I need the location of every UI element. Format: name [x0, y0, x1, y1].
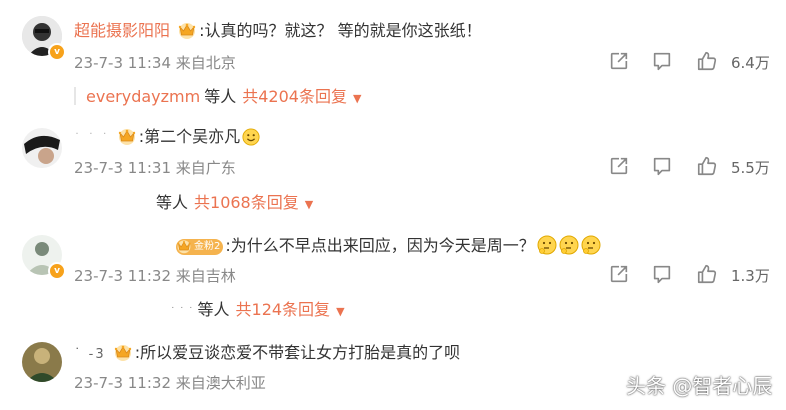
replies-link[interactable]: everydayzmm 等人 共4204条回复 ▼	[74, 86, 361, 110]
comment-location: 来自北京	[175, 54, 236, 72]
comment-meta: 23-7-3 11:31 来自广东	[74, 157, 236, 178]
comment-actions: 5.5万	[586, 155, 786, 179]
like-count: 6.4万	[731, 54, 770, 72]
watermark: 头条 @智者心辰	[626, 374, 773, 398]
comment-line: ˙ -3 :所以爱豆谈恋爱不带套让女方打胎是真的了呗	[74, 342, 460, 366]
smile-emoji-icon	[242, 128, 260, 146]
comment-location: 来自吉林	[175, 267, 236, 285]
like-icon	[696, 50, 718, 72]
comment-meta: 23-7-3 11:32 来自澳大利亚	[74, 372, 266, 393]
comment-line: 金粉2:为什么不早点出来回应，因为今天是周一？	[176, 235, 601, 257]
share-icon	[608, 155, 630, 177]
replies-count[interactable]: 共1068条回复	[194, 193, 299, 212]
comment-actions: 1.3万	[586, 263, 786, 287]
crown-icon	[117, 127, 137, 145]
comment-text: 为什么不早点出来回应，因为今天是周一？	[230, 236, 535, 255]
thinking-emoji-icon	[581, 235, 601, 255]
crown-icon	[176, 238, 192, 254]
avatar[interactable]	[22, 342, 62, 382]
crown-icon	[113, 343, 133, 361]
comment-meta: 23-7-3 11:34 来自北京	[74, 52, 236, 73]
comment-line: 超能摄影阳阳 :认真的吗？就这？ 等的就是你这张纸！	[74, 20, 482, 42]
replies-link[interactable]: ˙ ˙ ˙ 等人 共124条回复 ▼	[170, 299, 345, 323]
username-link[interactable]: 超能摄影阳阳	[74, 21, 170, 40]
like-button[interactable]: 1.3万	[696, 263, 776, 287]
comment-icon	[651, 155, 673, 177]
thinking-emoji-icon	[537, 235, 557, 255]
caret-down-icon: ▼	[336, 305, 345, 318]
like-count: 5.5万	[731, 159, 770, 177]
like-icon	[696, 155, 718, 177]
comment-icon	[651, 263, 673, 285]
comment-actions: 6.4万	[586, 50, 786, 74]
reply-button[interactable]	[651, 50, 673, 74]
replies-count[interactable]: 共124条回复	[236, 300, 331, 319]
fan-badge-label: 金粉2	[194, 241, 221, 252]
verified-badge-icon: v	[48, 43, 66, 61]
caret-down-icon: ▼	[304, 198, 314, 211]
reply-button[interactable]	[651, 263, 673, 287]
thinking-emoji-icon	[559, 235, 579, 255]
comment-date: 23-7-3 11:32	[74, 374, 171, 392]
share-button[interactable]	[608, 263, 630, 287]
reply-button[interactable]	[651, 155, 673, 179]
comment-icon	[651, 50, 673, 72]
replies-count[interactable]: 共4204条回复	[242, 87, 347, 106]
reply-user[interactable]: ˙ ˙ ˙	[170, 305, 194, 318]
comment-location: 来自澳大利亚	[175, 374, 266, 392]
avatar[interactable]	[22, 128, 62, 168]
verified-badge-icon: v	[48, 262, 66, 280]
like-icon	[696, 263, 718, 285]
share-icon	[608, 263, 630, 285]
username-link[interactable]: ˙ ˙ ˙	[74, 131, 110, 145]
comment-date: 23-7-3 11:32	[74, 267, 171, 285]
username-link[interactable]: ˙ -3	[74, 347, 106, 362]
comment-date: 23-7-3 11:34	[74, 54, 171, 72]
replies-link[interactable]: 等人 共1068条回复 ▼	[152, 192, 313, 216]
comment-line: ˙ ˙ ˙ :第二个吴亦凡	[74, 126, 260, 149]
reply-user[interactable]: everydayzmm	[86, 87, 200, 106]
comment-meta: 23-7-3 11:32 来自吉林	[74, 265, 236, 286]
divider	[74, 87, 76, 105]
replies-etc: 等人	[204, 87, 237, 106]
share-button[interactable]	[608, 155, 630, 179]
comment-text: 所以爱豆谈恋爱不带套让女方打胎是真的了呗	[140, 343, 461, 362]
like-count: 1.3万	[731, 267, 770, 285]
comment-date: 23-7-3 11:31	[74, 159, 171, 177]
fan-badge: 金粉2	[176, 238, 224, 255]
comment-text: 第二个吴亦凡	[144, 127, 241, 146]
share-button[interactable]	[608, 50, 630, 74]
crown-icon	[177, 21, 197, 39]
replies-etc: 等人	[197, 300, 230, 319]
share-icon	[608, 50, 630, 72]
replies-etc: 等人	[156, 193, 189, 212]
like-button[interactable]: 6.4万	[696, 50, 776, 74]
comment-text: 认真的吗？就这？ 等的就是你这张纸！	[204, 21, 482, 40]
caret-down-icon: ▼	[352, 92, 362, 105]
comment-location: 来自广东	[175, 159, 236, 177]
like-button[interactable]: 5.5万	[696, 155, 776, 179]
